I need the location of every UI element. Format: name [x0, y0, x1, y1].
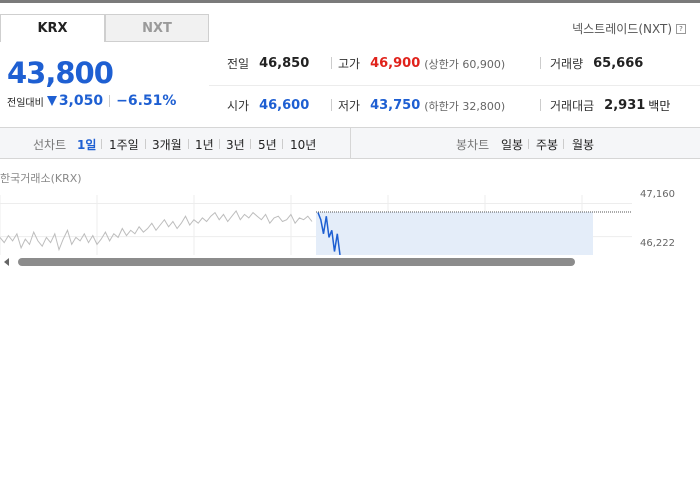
period-divider [250, 139, 251, 149]
help-icon[interactable]: ? [676, 23, 686, 34]
period-daily-candle[interactable]: 일봉 [501, 136, 523, 153]
period-divider [219, 139, 220, 149]
stat-value: 2,931 [604, 98, 646, 113]
stat-label: 저가 [338, 99, 361, 113]
change-label: 전일대비 [7, 97, 44, 109]
period-5y[interactable]: 5년 [258, 136, 277, 153]
lower-limit: (하한가 32,800) [424, 99, 506, 113]
period-10y[interactable]: 10년 [290, 136, 316, 153]
stat-divider [540, 57, 541, 69]
period-1d[interactable]: 1일 [77, 136, 96, 153]
chart-svg [0, 195, 632, 256]
price-change-row: 전일대비 3,050 −6.51% [7, 93, 176, 109]
period-monthly-candle[interactable]: 월봉 [572, 136, 594, 153]
upper-limit: (상한가 60,900) [424, 57, 506, 71]
stat-high: 고가 46,900 (상한가 60,900) [338, 55, 505, 72]
stat-value: 46,900 [370, 56, 421, 71]
period-3m[interactable]: 3개월 [152, 136, 182, 153]
stat-label: 거래대금 [550, 99, 595, 113]
line-chart-label: 선차트 [33, 138, 67, 152]
stat-trade-value: 거래대금 2,931 백만 [550, 97, 670, 114]
period-1y[interactable]: 1년 [195, 136, 214, 153]
stat-value: 65,666 [593, 56, 644, 71]
change-percent: −6.51% [116, 93, 177, 109]
stat-value: 43,750 [370, 98, 421, 113]
period-3y[interactable]: 3년 [226, 136, 245, 153]
tab-nxt[interactable]: NXT [105, 14, 209, 42]
stat-value: 46,850 [259, 56, 310, 71]
y-tick-label-bottom: 46,222 [640, 238, 675, 249]
stat-label: 고가 [338, 57, 361, 71]
period-1w[interactable]: 1주일 [109, 136, 139, 153]
change-value: 3,050 [58, 93, 104, 109]
stat-label: 거래량 [550, 57, 584, 71]
stat-divider [331, 57, 332, 69]
scrollbar-thumb[interactable] [18, 258, 575, 266]
stats-divider [209, 85, 700, 86]
stat-unit: 백만 [648, 99, 671, 113]
period-weekly-candle[interactable]: 주봉 [536, 136, 558, 153]
period-bar: 선차트 1일 1주일 3개월 1년 3년 5년 10년 봉차트 일봉 주봉 월봉 [0, 127, 700, 159]
period-divider [145, 139, 146, 149]
stat-label: 전일 [227, 57, 250, 71]
history-series-line [0, 209, 313, 252]
scroll-left-icon[interactable] [4, 258, 9, 266]
price-chart: 47,160 46,222 [0, 183, 700, 256]
period-bar-divider [350, 128, 351, 158]
stat-label: 시가 [227, 99, 250, 113]
period-divider [528, 139, 529, 149]
tab-krx[interactable]: KRX [0, 14, 105, 42]
stat-low: 저가 43,750 (하한가 32,800) [338, 97, 505, 114]
period-divider [282, 139, 283, 149]
chart-scrollbar[interactable] [0, 255, 700, 268]
change-divider [109, 95, 111, 107]
stat-volume: 거래량 65,666 [550, 55, 643, 72]
today-highlight [316, 212, 593, 255]
down-triangle-icon [46, 96, 57, 106]
nxt-info-link[interactable]: 넥스트레이드(NXT) ? [572, 20, 686, 37]
period-divider [563, 139, 564, 149]
stat-divider [540, 99, 541, 111]
stat-value: 46,600 [259, 98, 310, 113]
period-divider [101, 139, 102, 149]
current-price: 43,800 [7, 56, 114, 90]
y-tick-label-top: 47,160 [640, 189, 675, 200]
period-divider [188, 139, 189, 149]
stat-prev-close: 전일 46,850 [227, 55, 309, 72]
top-rule [0, 0, 700, 3]
nxt-info-label: 넥스트레이드(NXT) [572, 22, 672, 36]
stat-open: 시가 46,600 [227, 97, 309, 114]
candle-chart-label: 봉차트 [456, 138, 490, 152]
stat-divider [331, 99, 332, 111]
